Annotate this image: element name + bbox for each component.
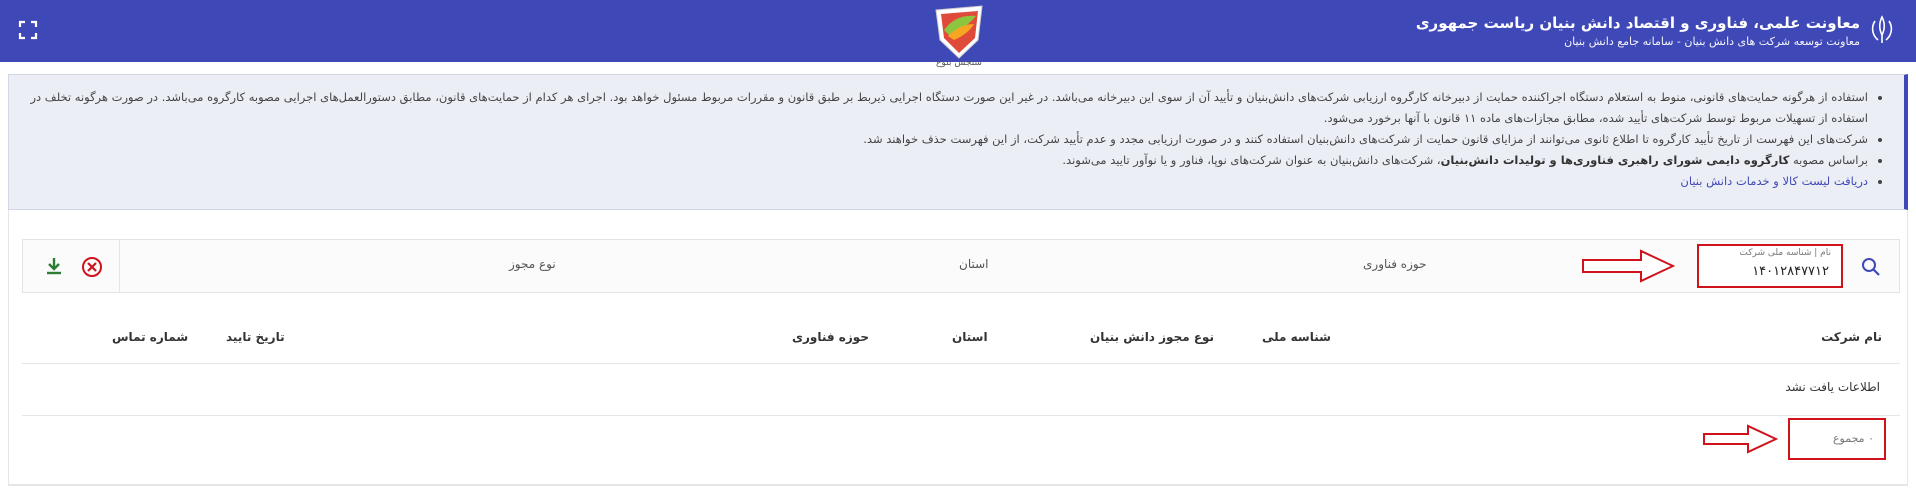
notice-bold-text: کارگروه دایمی شورای راهبری فناوری‌ها و ت… (1440, 153, 1790, 167)
total-count: ۰ مجموع (1832, 432, 1874, 445)
fullscreen-icon[interactable] (18, 20, 38, 40)
empty-message: اطلاعات یافت نشد (1785, 380, 1880, 394)
notice-item: دریافت لیست کالا و خدمات دانش بنیان (25, 171, 1868, 192)
content-bottom-border (8, 484, 1908, 486)
filter-divider (119, 240, 120, 292)
column-national-id[interactable]: شناسه ملی (1262, 330, 1331, 344)
table-row: اطلاعات یافت نشد (22, 366, 1900, 416)
column-tech-area[interactable]: حوزه فناوری (792, 330, 869, 344)
company-search-field[interactable]: نام | شناسه ملی شرکت ۱۴۰۱۲۸۴۷۷۱۲ (1697, 244, 1843, 288)
header-subtitle: معاونت توسعه شرکت های دانش بنیان - سامان… (1564, 35, 1860, 48)
search-field-value[interactable]: ۱۴۰۱۲۸۴۷۷۱۲ (1752, 264, 1829, 279)
annotation-arrow-icon (1703, 424, 1778, 454)
column-license-type[interactable]: نوع مجوز دانش بنیان (1090, 330, 1214, 344)
notice-text: براساس مصوبه (1789, 153, 1868, 167)
province-filter[interactable]: استان (959, 257, 988, 271)
total-count-box: ۰ مجموع (1788, 418, 1886, 460)
notice-item: شرکت‌های این فهرست از تاریخ تأیید کارگرو… (25, 129, 1868, 150)
search-icon[interactable] (1861, 257, 1881, 277)
download-icon[interactable] (43, 255, 65, 277)
tech-area-filter[interactable]: حوزه فناوری (1363, 257, 1427, 271)
filter-bar: نام | شناسه ملی شرکت ۱۴۰۱۲۸۴۷۷۱۲ حوزه فن… (22, 239, 1900, 293)
content-border (1907, 210, 1908, 486)
legal-notice-panel: استفاده از هرگونه حمایت‌های قانونی، منوط… (8, 74, 1908, 210)
iran-emblem-icon (1871, 15, 1893, 43)
download-products-list-link[interactable]: دریافت لیست کالا و خدمات دانش بنیان (1680, 174, 1868, 188)
column-phone[interactable]: شماره تماس (112, 330, 188, 344)
top-header: سنجش بلوغ معاونت علمی، فناوری و اقتصاد د… (0, 0, 1916, 68)
search-field-label: نام | شناسه ملی شرکت (1739, 248, 1831, 258)
gov-title-block: معاونت علمی، فناوری و اقتصاد دانش بنیان … (1416, 14, 1860, 51)
clear-filter-icon[interactable] (81, 256, 103, 278)
notice-list: استفاده از هرگونه حمایت‌های قانونی، منوط… (25, 87, 1874, 192)
annotation-arrow-icon (1582, 249, 1675, 283)
table-header: نام شرکت شناسه ملی نوع مجوز دانش بنیان ا… (22, 314, 1900, 364)
column-company-name[interactable]: نام شرکت (1821, 330, 1882, 344)
logo-caption: سنجش بلوغ (936, 58, 982, 68)
header-title: معاونت علمی، فناوری و اقتصاد دانش بنیان … (1415, 14, 1860, 32)
notice-item: براساس مصوبه کارگروه دایمی شورای راهبری … (25, 150, 1868, 171)
license-type-filter[interactable]: نوع مجوز (509, 257, 556, 271)
column-province[interactable]: استان (952, 330, 988, 344)
content-border (8, 210, 9, 486)
notice-item: استفاده از هرگونه حمایت‌های قانونی، منوط… (25, 87, 1868, 129)
notice-text: ، شرکت‌های دانش‌بنیان به عنوان شرکت‌های … (1062, 153, 1441, 167)
maturity-logo-icon[interactable] (928, 0, 990, 62)
column-approval-date[interactable]: تاریخ تایید (226, 330, 285, 344)
